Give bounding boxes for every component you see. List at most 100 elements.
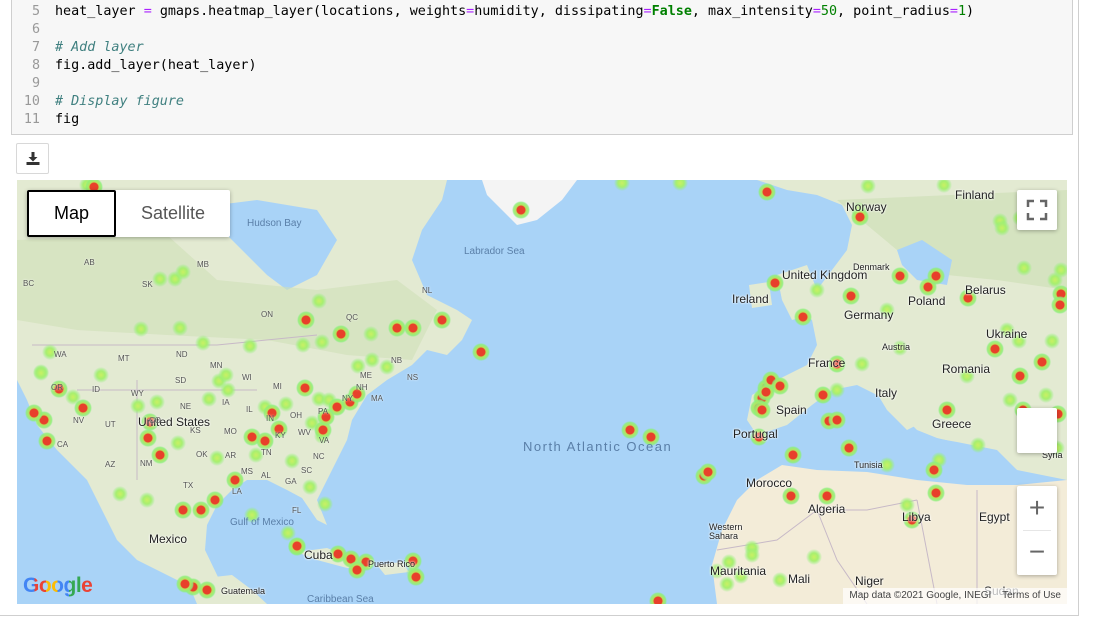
heat-point (733, 568, 749, 584)
heat-point (348, 385, 366, 403)
heat-point (206, 491, 224, 509)
code-line: 11 fig (23, 112, 80, 127)
heat-point (220, 382, 236, 398)
heat-point (854, 356, 870, 372)
heat-point (970, 437, 986, 453)
heat-point (649, 592, 667, 604)
terms-of-use-link[interactable]: Terms of Use (1002, 590, 1061, 601)
map-attribution: Map data ©2021 Google, INEGI Terms of Us… (843, 588, 1067, 604)
heat-point (721, 554, 737, 570)
heat-point (295, 337, 311, 353)
heat-point (209, 450, 225, 466)
heat-point (74, 399, 92, 417)
heat-point (892, 340, 908, 356)
heat-point (433, 311, 451, 329)
heat-point (130, 398, 146, 414)
heat-point (198, 581, 216, 599)
heat-point (270, 420, 288, 438)
heat-point (621, 421, 639, 439)
heat-point (218, 367, 234, 383)
heat-point (226, 471, 244, 489)
heat-point (388, 319, 406, 337)
heat-point (348, 561, 366, 579)
heat-point (891, 267, 909, 285)
heat-point (828, 411, 846, 429)
heat-point (38, 432, 56, 450)
heat-point (794, 308, 812, 326)
street-view-button[interactable] (1017, 408, 1057, 453)
heat-point (263, 404, 281, 422)
heat-point (317, 408, 335, 426)
heat-point (404, 319, 422, 337)
heat-point (141, 413, 159, 431)
heat-point (818, 487, 836, 505)
heat-point (278, 396, 294, 412)
heat-point (771, 377, 789, 395)
heat-point (782, 487, 800, 505)
code-editor[interactable]: 5 heat_layer = gmaps.heatmap_layer(locati… (11, 0, 1073, 135)
heat-point (288, 537, 306, 555)
map-type-satellite-button[interactable]: Satellite (116, 190, 230, 237)
map-type-map-button[interactable]: Map (27, 190, 117, 237)
heat-point (314, 334, 330, 350)
heat-point (25, 404, 43, 422)
heat-point (758, 183, 776, 201)
heat-point (719, 576, 735, 592)
heat-point (170, 435, 186, 451)
heat-point (248, 447, 264, 463)
heat-point (809, 282, 825, 298)
heat-point (284, 453, 300, 469)
heat-point (806, 549, 822, 565)
heat-point (938, 401, 956, 419)
heat-point (195, 335, 211, 351)
heat-point (296, 379, 314, 397)
heat-point (201, 391, 217, 407)
heat-point (851, 208, 869, 226)
heat-point (879, 457, 895, 473)
heat-point (151, 446, 169, 464)
heatmap-layer (25, 180, 1067, 604)
heat-point (744, 547, 760, 563)
code-line: 7 # Add layer (31, 40, 144, 55)
heat-point (814, 386, 832, 404)
zoom-control: + − (1017, 486, 1057, 575)
fullscreen-button[interactable] (1017, 190, 1057, 230)
heat-point (350, 358, 366, 374)
heat-point (766, 274, 784, 292)
map-view[interactable]: Hudson Bay Labrador Sea North Atlantic O… (17, 180, 1067, 604)
heat-point (311, 293, 327, 309)
download-icon (26, 152, 39, 165)
heat-point (927, 267, 945, 285)
zoom-in-button[interactable]: + (1017, 486, 1057, 530)
heat-point (1044, 333, 1060, 349)
heat-point (1033, 353, 1051, 371)
heat-point (925, 461, 943, 479)
heat-point (133, 321, 149, 337)
download-button[interactable] (16, 143, 49, 174)
code-line: 5 heat_layer = gmaps.heatmap_layer(locati… (31, 4, 975, 19)
heat-point (903, 511, 921, 529)
heat-point (614, 180, 630, 191)
heat-point (172, 320, 188, 336)
zoom-out-button[interactable]: − (1017, 531, 1057, 575)
heat-point (672, 180, 688, 191)
heat-point (927, 484, 945, 502)
code-line: 6 (31, 22, 40, 37)
heat-point (139, 492, 155, 508)
map-type-control: Map Satellite (27, 190, 231, 237)
code-line: 9 (31, 76, 40, 91)
heat-point (302, 479, 318, 495)
heat-point (256, 432, 274, 450)
code-line: 10 # Display figure (23, 94, 184, 109)
heat-point (512, 201, 530, 219)
heat-point (1016, 260, 1032, 276)
heat-point (332, 325, 350, 343)
fullscreen-icon (1026, 199, 1048, 221)
heat-point (174, 501, 192, 519)
heat-point (93, 367, 109, 383)
heat-point (750, 428, 768, 446)
google-logo-text: Google (23, 574, 93, 597)
heat-point (936, 180, 952, 193)
heat-point (379, 359, 395, 375)
heat-point (753, 401, 771, 419)
